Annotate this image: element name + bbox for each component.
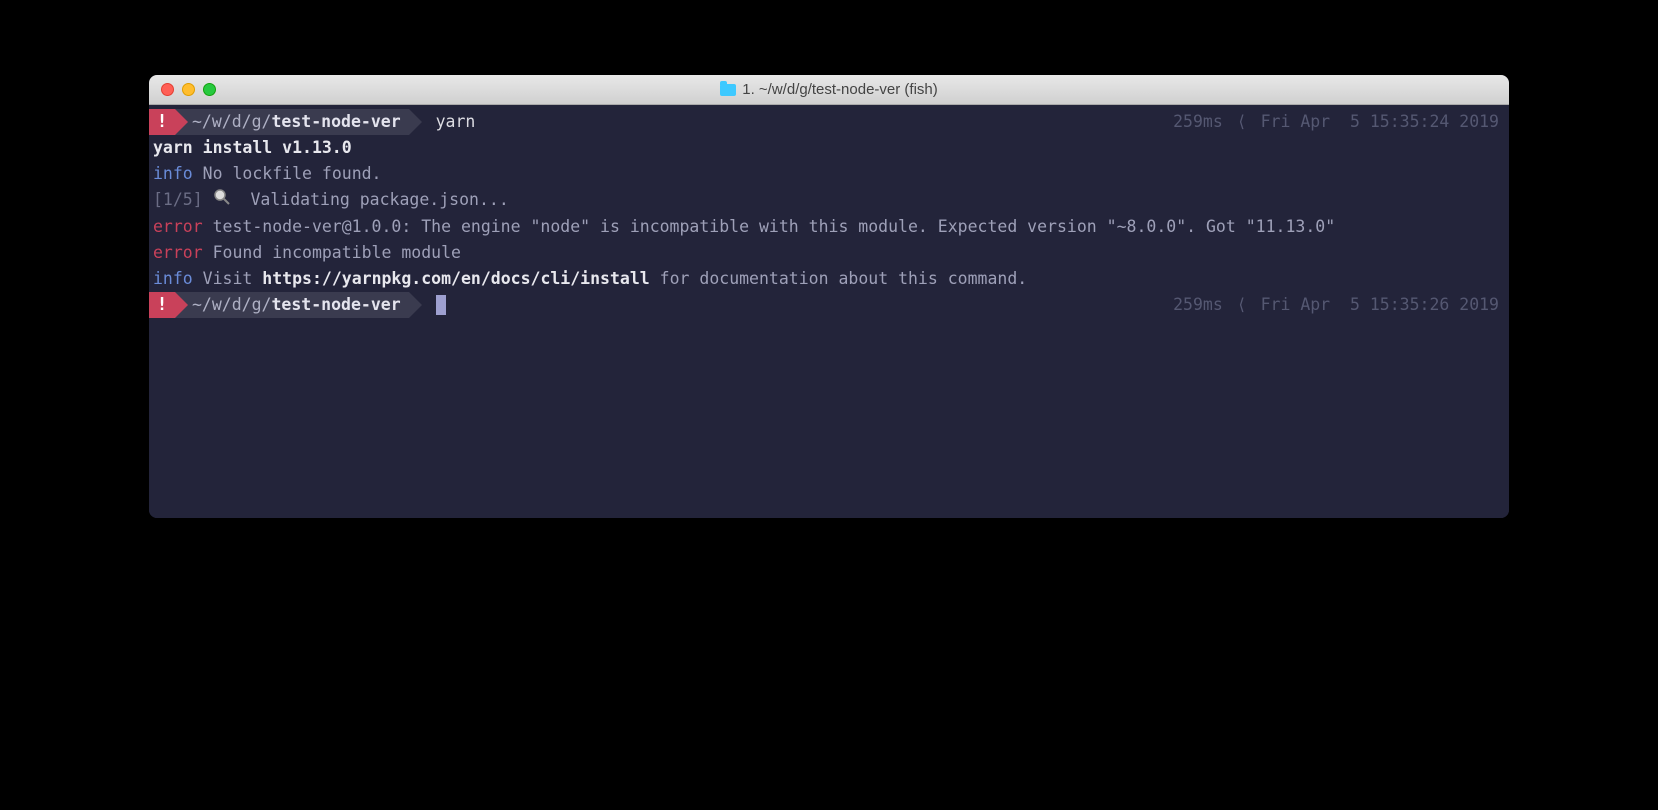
- separator-icon: [409, 109, 422, 135]
- error-tag: error: [153, 217, 203, 236]
- status-badge: !: [149, 109, 175, 135]
- error-tag: error: [153, 243, 203, 262]
- duration: 259ms: [1173, 295, 1223, 314]
- output-text: test-node-ver@1.0.0: The engine "node" i…: [203, 217, 1335, 236]
- yarn-version: yarn install v1.13.0: [153, 138, 352, 157]
- output-line: yarn install v1.13.0: [149, 135, 1509, 161]
- output-text: No lockfile found.: [193, 164, 382, 183]
- output-line: error Found incompatible module: [149, 240, 1509, 266]
- separator-icon: [409, 292, 422, 318]
- cursor[interactable]: [436, 295, 446, 315]
- terminal-window: 1. ~/w/d/g/test-node-ver (fish) ! ~/w/d/…: [149, 75, 1509, 518]
- output-line: info Visit https://yarnpkg.com/en/docs/c…: [149, 266, 1509, 292]
- window-title-text: 1. ~/w/d/g/test-node-ver (fish): [742, 81, 938, 98]
- output-line: [1/5] Validating package.json...: [149, 187, 1509, 214]
- output-line: error test-node-ver@1.0.0: The engine "n…: [149, 214, 1509, 240]
- prompt-meta: 259ms ⟨ Fri Apr 5 15:35:24 2019: [1173, 109, 1499, 135]
- path-prefix: ~/w/d/g/: [192, 292, 271, 318]
- output-text: for documentation about this command.: [650, 269, 1028, 288]
- prompt-path: ~/w/d/g/test-node-ver: [188, 292, 409, 318]
- output-line: info No lockfile found.: [149, 161, 1509, 187]
- path-dirname: test-node-ver: [271, 109, 400, 135]
- terminal-body[interactable]: ! ~/w/d/g/test-node-ver yarn 259ms ⟨ Fri…: [149, 105, 1509, 518]
- timestamp: Fri Apr 5 15:35:26 2019: [1261, 295, 1499, 314]
- window-title: 1. ~/w/d/g/test-node-ver (fish): [149, 81, 1509, 98]
- prompt-meta: 259ms ⟨ Fri Apr 5 15:35:26 2019: [1173, 292, 1499, 318]
- separator-icon: [175, 109, 188, 135]
- command-text: yarn: [422, 109, 476, 135]
- magnifier-icon: [213, 188, 231, 214]
- status-badge: !: [149, 292, 175, 318]
- prompt-path: ~/w/d/g/test-node-ver: [188, 109, 409, 135]
- titlebar[interactable]: 1. ~/w/d/g/test-node-ver (fish): [149, 75, 1509, 105]
- chevron-left-icon: ⟨: [1223, 295, 1261, 314]
- chevron-left-icon: ⟨: [1223, 112, 1261, 131]
- timestamp: Fri Apr 5 15:35:24 2019: [1261, 112, 1499, 131]
- output-text: Validating package.json...: [231, 190, 509, 209]
- duration: 259ms: [1173, 112, 1223, 131]
- path-prefix: ~/w/d/g/: [192, 109, 271, 135]
- path-dirname: test-node-ver: [271, 292, 400, 318]
- doc-link[interactable]: https://yarnpkg.com/en/docs/cli/install: [262, 269, 649, 288]
- output-text: Found incompatible module: [203, 243, 461, 262]
- folder-icon: [720, 84, 736, 96]
- info-tag: info: [153, 164, 193, 183]
- info-tag: info: [153, 269, 193, 288]
- prompt-line: ! ~/w/d/g/test-node-ver yarn 259ms ⟨ Fri…: [149, 109, 1509, 135]
- separator-icon: [175, 292, 188, 318]
- step-counter: [1/5]: [153, 190, 203, 209]
- output-text: Visit: [193, 269, 263, 288]
- prompt-line: ! ~/w/d/g/test-node-ver 259ms ⟨ Fri Apr …: [149, 292, 1509, 318]
